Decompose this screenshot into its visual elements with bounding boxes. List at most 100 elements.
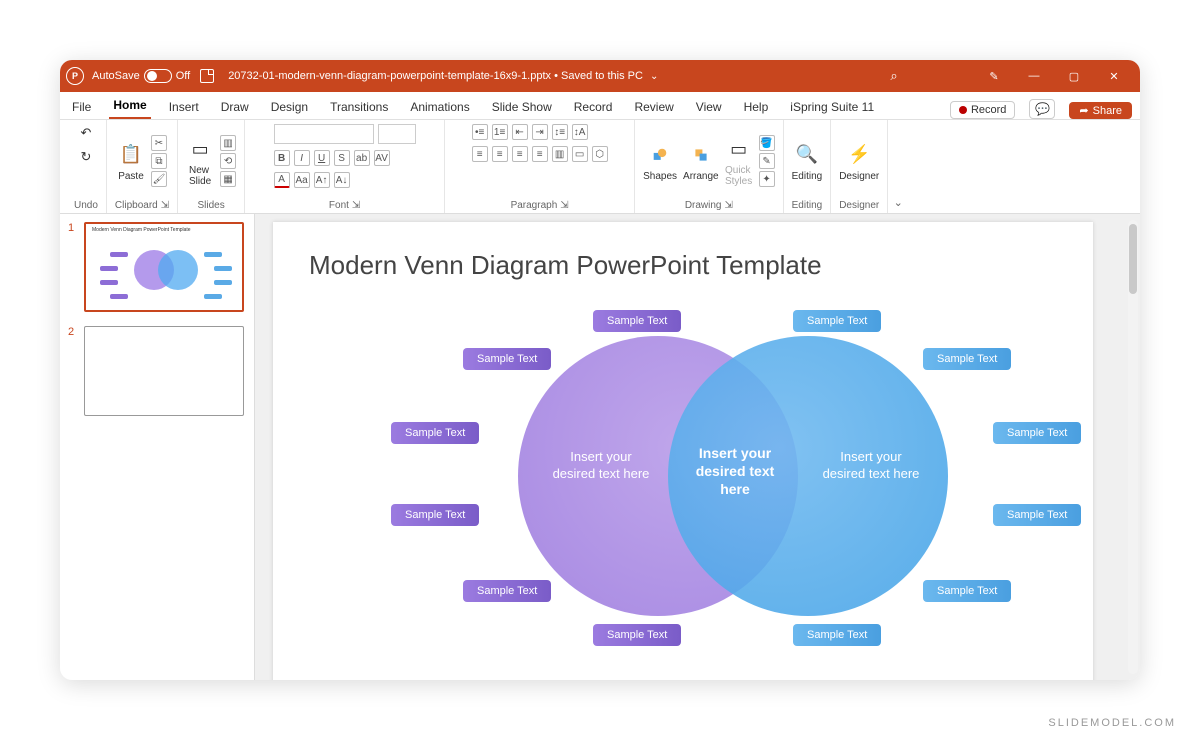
tab-draw[interactable]: Draw <box>217 95 253 119</box>
paste-button[interactable]: 📋 Paste <box>117 141 145 182</box>
character-spacing-button[interactable]: AV <box>374 150 390 166</box>
editing-button[interactable]: 🔍 Editing <box>792 141 823 182</box>
thumbnail-slide-1[interactable]: 1 Modern Venn Diagram PowerPoint Templat… <box>70 222 244 312</box>
quick-styles-button[interactable]: ▭ Quick Styles <box>725 135 753 187</box>
format-painter-icon[interactable]: 🖌 <box>151 171 167 187</box>
record-button[interactable]: Record <box>950 101 1015 119</box>
justify-button[interactable]: ≡ <box>532 146 548 162</box>
tab-review[interactable]: Review <box>630 95 677 119</box>
shape-effects-button[interactable]: ✦ <box>759 171 775 187</box>
text-direction-button[interactable]: ↕A <box>572 124 588 140</box>
close-button[interactable]: ✕ <box>1094 60 1134 92</box>
share-button[interactable]: ➦ Share <box>1069 102 1132 119</box>
dialog-launcher-icon[interactable]: ⇲ <box>725 200 733 211</box>
venn-right-text[interactable]: Insert your desired text here <box>821 449 921 483</box>
tag-blue-5[interactable]: Sample Text <box>923 580 1011 602</box>
undo-button[interactable]: ↶ <box>77 124 95 142</box>
tab-insert[interactable]: Insert <box>165 95 203 119</box>
collapse-ribbon-icon[interactable]: ⌄ <box>894 196 903 209</box>
shadow-button[interactable]: ab <box>354 150 370 166</box>
align-right-button[interactable]: ≡ <box>512 146 528 162</box>
columns-button[interactable]: ▥ <box>552 146 568 162</box>
clipboard-icon: 📋 <box>117 141 145 169</box>
increase-font-button[interactable]: A↑ <box>314 172 330 188</box>
tag-purple-6[interactable]: Sample Text <box>593 624 681 646</box>
line-spacing-button[interactable]: ↕≡ <box>552 124 568 140</box>
align-left-button[interactable]: ≡ <box>472 146 488 162</box>
minimize-button[interactable]: — <box>1014 60 1054 92</box>
layout-icon[interactable]: ▥ <box>220 135 236 151</box>
arrange-icon <box>687 141 715 169</box>
dialog-launcher-icon[interactable]: ⇲ <box>352 200 360 211</box>
dialog-launcher-icon[interactable]: ⇲ <box>161 200 169 211</box>
search-button[interactable]: ⌕ <box>874 60 914 92</box>
redo-button[interactable]: ↻ <box>77 148 95 166</box>
bold-button[interactable]: B <box>274 150 290 166</box>
slide-title[interactable]: Modern Venn Diagram PowerPoint Template <box>273 222 1093 281</box>
tab-transitions[interactable]: Transitions <box>326 95 392 119</box>
thumbnail-slide-2[interactable]: 2 SlideModel <box>70 326 244 416</box>
slide-canvas[interactable]: Modern Venn Diagram PowerPoint Template … <box>273 222 1093 680</box>
tab-ispring[interactable]: iSpring Suite 11 <box>786 95 878 119</box>
font-size-select[interactable] <box>378 124 416 144</box>
align-text-button[interactable]: ▭ <box>572 146 588 162</box>
section-icon[interactable]: ▦ <box>220 171 236 187</box>
maximize-button[interactable]: ▢ <box>1054 60 1094 92</box>
tag-purple-5[interactable]: Sample Text <box>463 580 551 602</box>
decrease-font-button[interactable]: A↓ <box>334 172 350 188</box>
document-title[interactable]: 20732-01-modern-venn-diagram-powerpoint-… <box>228 70 658 82</box>
tab-home[interactable]: Home <box>109 93 150 119</box>
smartart-button[interactable]: ⬡ <box>592 146 608 162</box>
tag-blue-3[interactable]: Sample Text <box>993 422 1081 444</box>
tab-animations[interactable]: Animations <box>406 95 473 119</box>
tag-purple-3[interactable]: Sample Text <box>391 422 479 444</box>
venn-mid-text[interactable]: Insert your desired text here <box>685 444 785 499</box>
chevron-down-icon[interactable]: ⌄ <box>650 71 658 82</box>
tab-file[interactable]: File <box>68 95 95 119</box>
indent-decrease-button[interactable]: ⇤ <box>512 124 528 140</box>
bullets-button[interactable]: •≡ <box>472 124 488 140</box>
indent-increase-button[interactable]: ⇥ <box>532 124 548 140</box>
tag-blue-6[interactable]: Sample Text <box>793 624 881 646</box>
tab-record[interactable]: Record <box>570 95 617 119</box>
shape-outline-button[interactable]: ✎ <box>759 153 775 169</box>
toggle-switch-icon[interactable] <box>144 69 172 83</box>
cut-icon[interactable]: ✂ <box>151 135 167 151</box>
tab-help[interactable]: Help <box>740 95 773 119</box>
underline-button[interactable]: U <box>314 150 330 166</box>
tag-blue-1[interactable]: Sample Text <box>793 310 881 332</box>
ribbon-tabs: File Home Insert Draw Design Transitions… <box>60 92 1140 120</box>
tag-blue-4[interactable]: Sample Text <box>993 504 1081 526</box>
italic-button[interactable]: I <box>294 150 310 166</box>
venn-left-text[interactable]: Insert your desired text here <box>551 449 651 483</box>
new-slide-button[interactable]: ▭ New Slide <box>186 135 214 187</box>
tab-slide-show[interactable]: Slide Show <box>488 95 556 119</box>
tab-design[interactable]: Design <box>267 95 312 119</box>
copy-icon[interactable]: ⧉ <box>151 153 167 169</box>
comments-button[interactable]: 💬 <box>1029 99 1055 119</box>
align-center-button[interactable]: ≡ <box>492 146 508 162</box>
ribbon-display-button[interactable]: ✎ <box>974 60 1014 92</box>
change-case-button[interactable]: Aa <box>294 172 310 188</box>
arrange-button[interactable]: Arrange <box>683 141 719 182</box>
font-family-select[interactable] <box>274 124 374 144</box>
dialog-launcher-icon[interactable]: ⇲ <box>560 200 568 211</box>
font-color-button[interactable]: A <box>274 172 290 188</box>
tag-purple-2[interactable]: Sample Text <box>463 348 551 370</box>
shape-fill-button[interactable]: 🪣 <box>759 135 775 151</box>
powerpoint-window: P AutoSave Off 20732-01-modern-venn-diag… <box>60 60 1140 680</box>
shapes-button[interactable]: Shapes <box>643 141 677 182</box>
designer-button[interactable]: ⚡ Designer <box>839 141 879 182</box>
scroll-thumb[interactable] <box>1129 224 1137 294</box>
tab-view[interactable]: View <box>692 95 726 119</box>
vertical-scrollbar[interactable] <box>1128 220 1138 674</box>
tag-blue-2[interactable]: Sample Text <box>923 348 1011 370</box>
tag-purple-1[interactable]: Sample Text <box>593 310 681 332</box>
reset-icon[interactable]: ⟲ <box>220 153 236 169</box>
autosave-toggle[interactable]: AutoSave Off <box>92 69 190 83</box>
numbering-button[interactable]: 1≡ <box>492 124 508 140</box>
tag-purple-4[interactable]: Sample Text <box>391 504 479 526</box>
save-icon[interactable] <box>200 69 214 83</box>
strikethrough-button[interactable]: S <box>334 150 350 166</box>
slide-canvas-area[interactable]: Modern Venn Diagram PowerPoint Template … <box>255 214 1140 680</box>
